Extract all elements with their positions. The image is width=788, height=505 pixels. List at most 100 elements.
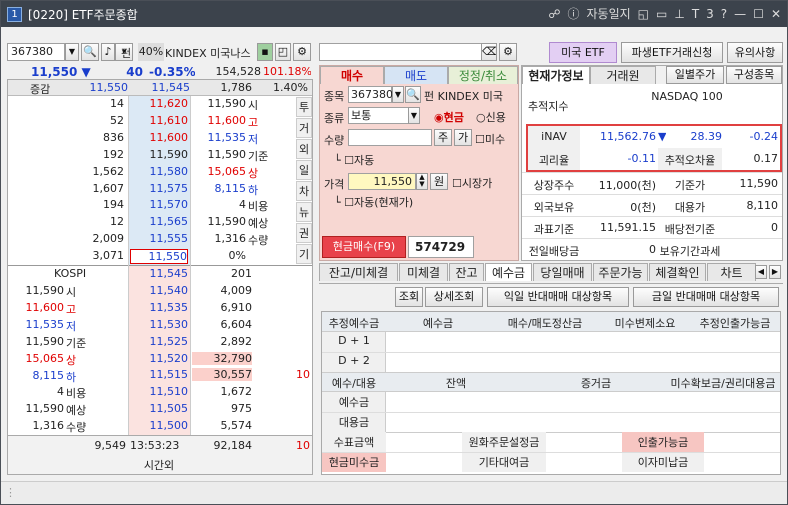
ask-price[interactable]: 11,600 [130,131,189,144]
ask-price[interactable]: 11,555 [130,232,189,245]
settings-gear-icon[interactable]: ⚙ [293,43,311,61]
tab-brokers[interactable]: 거래원 [590,66,656,84]
link-icon[interactable]: ☍ [548,7,560,21]
autosave-label[interactable]: 자동일지 [587,5,631,22]
ask-qty[interactable]: 194 [68,198,124,211]
ask-price[interactable]: 11,590 [130,148,189,161]
ask-price[interactable]: 11,570 [130,198,189,211]
maximize-icon[interactable]: ☐ [753,7,764,21]
bid-price[interactable]: 11,525 [130,335,189,348]
order-settings-gear-icon[interactable]: ⚙ [499,43,517,61]
auto-current-price-checkbox[interactable]: └ ☐자동(현재가) [334,194,413,210]
tab-buy[interactable]: 매수 [320,66,384,84]
today-liquidation-button[interactable]: 금일 반대매매 대상항목 [633,287,779,307]
pin-icon[interactable]: ⊥ [674,7,684,21]
qty-shares-button[interactable]: 주 [434,129,452,146]
won-button[interactable]: 원 [430,173,448,190]
ask-qty[interactable]: 14 [68,97,124,110]
ask-price[interactable]: 11,620 [130,97,189,110]
bid-price[interactable]: 11,520 [130,352,189,365]
side-tab[interactable]: 기 [296,244,312,264]
side-tab[interactable]: 외 [296,139,312,159]
green-panel-icon[interactable]: ▪ [257,43,273,61]
bid-price[interactable]: 11,505 [130,402,189,415]
tab-current-info[interactable]: 현재가정보 [522,66,590,84]
bid-qty[interactable]: 6,910 [192,301,253,314]
derivative-etf-button[interactable]: 파생ETF거래신청 [621,42,723,63]
tab-modify-cancel[interactable]: 정정/취소 [448,66,518,84]
account-password-field[interactable]: 574729 [408,236,474,258]
qty-input[interactable] [348,129,432,146]
minimize-icon[interactable]: — [734,7,746,21]
ask-price[interactable]: 11,565 [130,215,189,228]
bid-price[interactable]: 11,545 [130,267,189,280]
side-tab[interactable]: 투 [296,97,312,117]
side-tab[interactable]: 일 [296,160,312,180]
misu-checkbox[interactable]: ☐미수 [475,131,505,147]
tab-scroll-left-icon[interactable]: ◀ [755,265,767,279]
tab-2[interactable]: 잔고 [449,263,484,281]
price-input[interactable]: 11,550 [348,173,416,190]
after-hours-label[interactable]: 시간외 [128,457,190,473]
side-tab[interactable]: 차 [296,181,312,201]
screen-number-icon[interactable]: 3 [706,7,714,21]
detail-query-button[interactable]: 상세조회 [425,287,483,307]
ask-qty[interactable]: 836 [68,131,124,144]
memo-input[interactable] [319,43,483,61]
panel-toggle-icon[interactable]: ◰ [275,43,291,61]
ask-qty[interactable]: 1,562 [68,165,125,178]
autosave-icon[interactable]: ⓘ [567,5,579,22]
bid-qty[interactable]: 2,892 [192,335,253,348]
order-search-icon[interactable]: 🔍 [405,86,421,103]
stock-code-input[interactable]: 367380 [7,43,65,61]
bid-qty[interactable]: 4,009 [192,284,253,297]
font-t-icon[interactable]: T [692,7,699,21]
price-stepper-icon[interactable]: ▲ ▼ [416,173,428,190]
bid-qty[interactable]: 6,604 [192,318,253,331]
next-day-liquidation-button[interactable]: 익일 반대매매 대상항목 [487,287,629,307]
order-code-input[interactable]: 367380 [348,86,393,103]
qty-available-button[interactable]: 가 [454,129,472,146]
components-button[interactable]: 구성종목 [726,66,782,84]
ask-qty[interactable]: 192 [68,148,124,161]
tab-5[interactable]: 주문가능 [593,263,648,281]
window-icon[interactable]: ▭ [656,7,667,21]
tab-sell[interactable]: 매도 [384,66,448,84]
ask-qty[interactable]: 1,607 [68,182,125,195]
auto-qty-checkbox[interactable]: └ ☐자동 [334,152,374,168]
bid-price[interactable]: 11,530 [130,318,189,331]
us-etf-button[interactable]: 미국 ETF [549,42,617,63]
query-button[interactable]: 조회 [395,287,423,307]
help-icon[interactable]: ? [721,7,727,21]
code-dropdown-icon[interactable]: ▼ [65,43,79,61]
bid-price[interactable]: 11,535 [130,301,189,314]
tab-3[interactable]: 예수금 [485,263,532,281]
ask-price[interactable]: 11,550 [130,249,188,265]
tab-4[interactable]: 당일매매 [533,263,592,281]
bid-qty[interactable]: 30,557 [192,368,252,382]
cash-radio[interactable]: ◉현금 [434,109,464,125]
daily-price-button[interactable]: 일별주가 [666,66,724,84]
order-code-dropdown-icon[interactable]: ▼ [392,86,404,103]
bid-qty[interactable]: 1,672 [192,385,253,398]
tab-7[interactable]: 차트 [707,263,756,281]
bid-price[interactable]: 11,500 [130,419,189,432]
bid-qty[interactable]: 5,574 [192,419,253,432]
resize-grip-icon[interactable]: ⋮ [5,486,17,499]
bid-qty[interactable]: 975 [192,402,252,415]
side-tab[interactable]: 거 [296,118,312,138]
layout-icon[interactable]: ◱ [638,7,649,21]
bid-qty[interactable]: 201 [192,267,252,280]
tab-1[interactable]: 미체결 [399,263,448,281]
search-icon[interactable]: 🔍 [81,43,99,61]
ask-qty[interactable]: 3,071 [68,249,125,262]
side-tab[interactable]: 권 [296,223,312,243]
ask-qty[interactable]: 52 [68,114,124,127]
speaker-icon[interactable]: ♪ [101,43,115,61]
tab-0[interactable]: 잔고/미체결 [319,263,398,281]
ask-price[interactable]: 11,575 [130,182,189,195]
market-price-checkbox[interactable]: ☐시장가 [452,175,492,191]
ask-price[interactable]: 11,580 [130,165,189,178]
side-tab[interactable]: 뉴 [296,202,312,222]
tab-scroll-right-icon[interactable]: ▶ [769,265,781,279]
